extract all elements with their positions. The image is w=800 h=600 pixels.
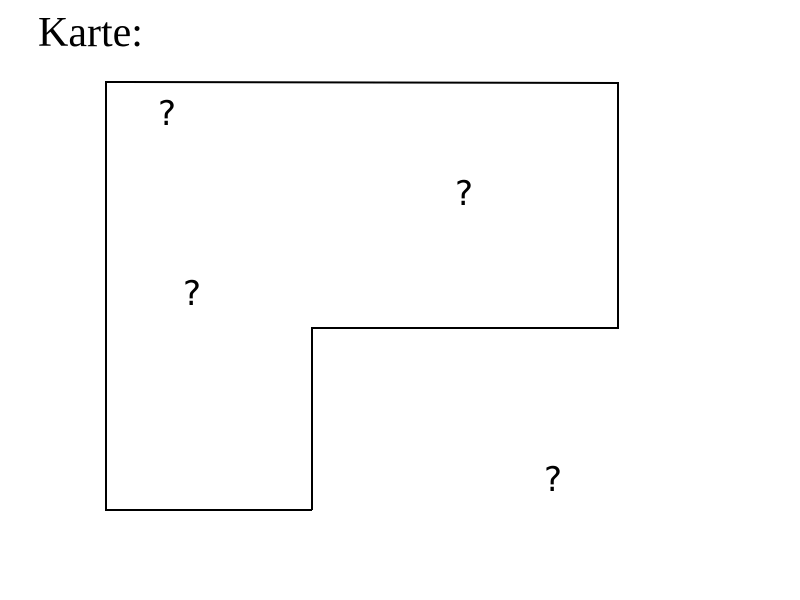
region-label-top-right: ? <box>455 174 473 214</box>
region-label-left-middle: ? <box>183 274 201 314</box>
map-diagram: Karte: ? ? ? ? <box>0 0 800 600</box>
region-label-outside: ? <box>544 460 562 500</box>
map-canvas: ? ? ? ? <box>105 80 619 511</box>
region-label-top-left: ? <box>158 94 176 134</box>
